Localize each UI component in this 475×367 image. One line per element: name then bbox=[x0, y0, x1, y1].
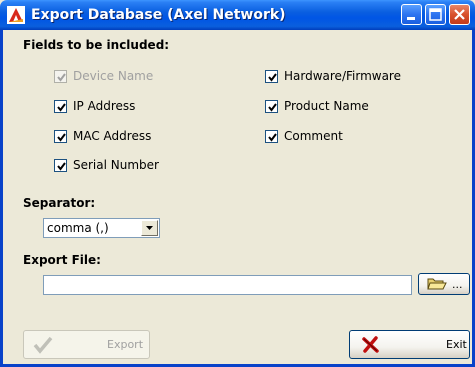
maximize-icon bbox=[429, 8, 442, 21]
checkbox-label: Product Name bbox=[284, 99, 369, 113]
checkbox-hardware-firmware[interactable]: Hardware/Firmware bbox=[265, 68, 401, 84]
export-file-input[interactable] bbox=[43, 275, 412, 295]
folder-open-icon bbox=[427, 278, 447, 290]
checkbox-mac-address[interactable]: MAC Address bbox=[54, 128, 151, 144]
chevron-down-icon bbox=[146, 226, 153, 230]
checkbox-label: MAC Address bbox=[73, 129, 152, 143]
checkbox-box[interactable] bbox=[265, 129, 278, 143]
checkbox-label: Comment bbox=[284, 129, 343, 143]
checkmark-icon bbox=[268, 132, 277, 142]
checkbox-label: Serial Number bbox=[73, 158, 159, 172]
checkbox-comment[interactable]: Comment bbox=[265, 128, 343, 144]
close-button[interactable] bbox=[449, 4, 470, 25]
checkmark-icon bbox=[57, 102, 66, 112]
export-button-label: Export bbox=[107, 338, 144, 351]
separator-select[interactable]: comma (,) bbox=[43, 218, 160, 238]
checkbox-box[interactable] bbox=[54, 99, 67, 113]
app-logo-icon bbox=[7, 6, 25, 24]
checkbox-box[interactable] bbox=[54, 158, 67, 172]
exit-button[interactable]: Exit bbox=[349, 330, 470, 359]
checkbox-box[interactable] bbox=[265, 69, 278, 83]
minimize-button[interactable] bbox=[401, 4, 422, 25]
checkbox-serial-number[interactable]: Serial Number bbox=[54, 157, 159, 173]
export-file-heading: Export File: bbox=[23, 253, 101, 267]
title-bar[interactable]: Export Database (Axel Network) bbox=[0, 0, 475, 30]
separator-selected-value: comma (,) bbox=[47, 221, 109, 235]
checkbox-box[interactable] bbox=[54, 129, 67, 143]
red-x-icon bbox=[362, 336, 379, 353]
fields-heading: Fields to be included: bbox=[23, 38, 170, 52]
close-icon bbox=[454, 9, 465, 20]
checkbox-ip-address[interactable]: IP Address bbox=[54, 98, 135, 114]
checkbox-box[interactable] bbox=[265, 99, 278, 113]
checkmark-icon bbox=[57, 132, 66, 142]
exit-button-label: Exit bbox=[446, 338, 467, 351]
checkbox-box bbox=[54, 69, 67, 83]
minimize-icon bbox=[407, 17, 415, 20]
checkmark-icon bbox=[57, 161, 66, 171]
checkmark-icon bbox=[268, 72, 277, 82]
checkbox-device-name: Device Name bbox=[54, 68, 153, 84]
checkbox-label: Hardware/Firmware bbox=[284, 69, 401, 83]
browse-button[interactable]: ... bbox=[418, 273, 470, 295]
export-button[interactable]: Export bbox=[23, 330, 150, 359]
checkbox-label: Device Name bbox=[73, 69, 154, 83]
browse-label: ... bbox=[452, 278, 463, 291]
checkbox-product-name[interactable]: Product Name bbox=[265, 98, 369, 114]
window-title: Export Database (Axel Network) bbox=[31, 7, 286, 23]
checkmark-icon bbox=[57, 72, 66, 82]
separator-heading: Separator: bbox=[23, 196, 96, 210]
checkbox-label: IP Address bbox=[73, 99, 136, 113]
dropdown-button[interactable] bbox=[141, 220, 158, 236]
checkmark-icon bbox=[33, 336, 53, 354]
checkmark-icon bbox=[268, 102, 277, 112]
maximize-button[interactable] bbox=[425, 4, 446, 25]
